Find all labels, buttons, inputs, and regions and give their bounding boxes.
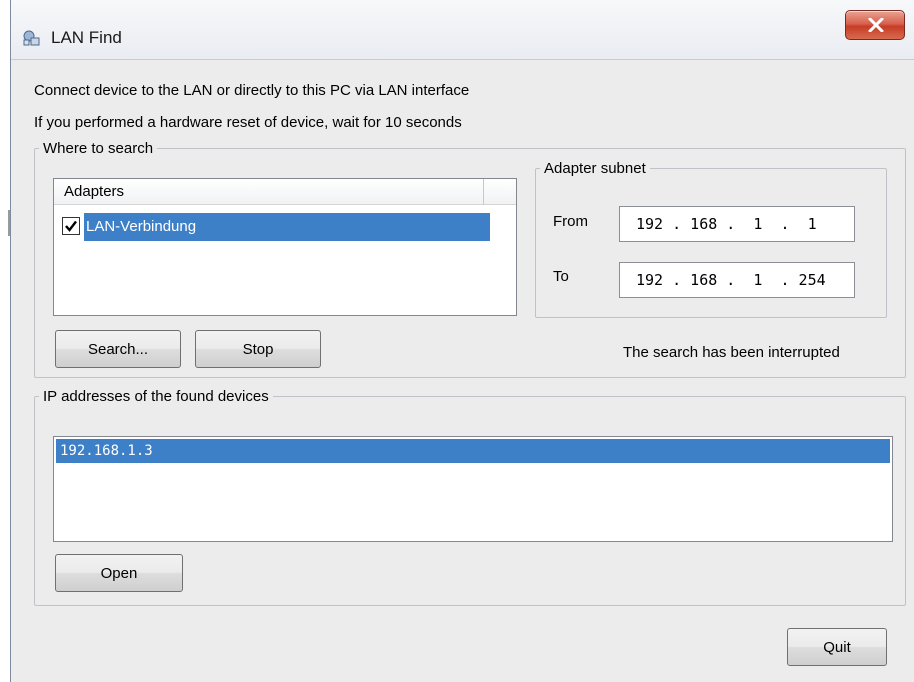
checkmark-icon xyxy=(65,220,77,232)
search-button[interactable]: Search... xyxy=(55,330,181,368)
adapters-column-header[interactable]: Adapters xyxy=(54,179,484,205)
search-status-text: The search has been interrupted xyxy=(623,344,840,361)
where-to-search-legend: Where to search xyxy=(43,140,154,157)
found-devices-list[interactable]: 192.168.1.3 xyxy=(53,436,893,542)
open-button[interactable]: Open xyxy=(55,554,183,592)
instruction-line-1: Connect device to the LAN or directly to… xyxy=(34,82,470,99)
quit-button[interactable]: Quit xyxy=(787,628,887,666)
instruction-line-2: If you performed a hardware reset of dev… xyxy=(34,114,462,131)
close-icon xyxy=(868,18,884,32)
to-label: To xyxy=(553,268,569,285)
stop-button[interactable]: Stop xyxy=(195,330,321,368)
to-ip-field[interactable]: 192 . 168 . 1 . 254 xyxy=(619,262,855,298)
from-ip-field[interactable]: 192 . 168 . 1 . 1 xyxy=(619,206,855,242)
window-title: LAN Find xyxy=(51,28,122,47)
adapters-list[interactable]: Adapters LAN-Verbindung xyxy=(53,178,517,316)
list-item[interactable]: 192.168.1.3 xyxy=(56,439,890,463)
adapter-checkbox[interactable] xyxy=(62,217,80,235)
title-bar[interactable]: LAN Find xyxy=(11,0,914,60)
adapter-label[interactable]: LAN-Verbindung xyxy=(84,213,490,241)
adapters-list-header: Adapters xyxy=(54,179,516,205)
network-app-icon xyxy=(21,28,41,48)
from-label: From xyxy=(553,213,588,230)
found-devices-legend: IP addresses of the found devices xyxy=(43,388,269,405)
dialog-content: Connect device to the LAN or directly to… xyxy=(11,60,914,682)
close-button[interactable] xyxy=(845,10,905,40)
adapter-subnet-legend: Adapter subnet xyxy=(544,160,646,177)
lan-find-window: LAN Find Connect device to the LAN or di… xyxy=(10,0,914,682)
